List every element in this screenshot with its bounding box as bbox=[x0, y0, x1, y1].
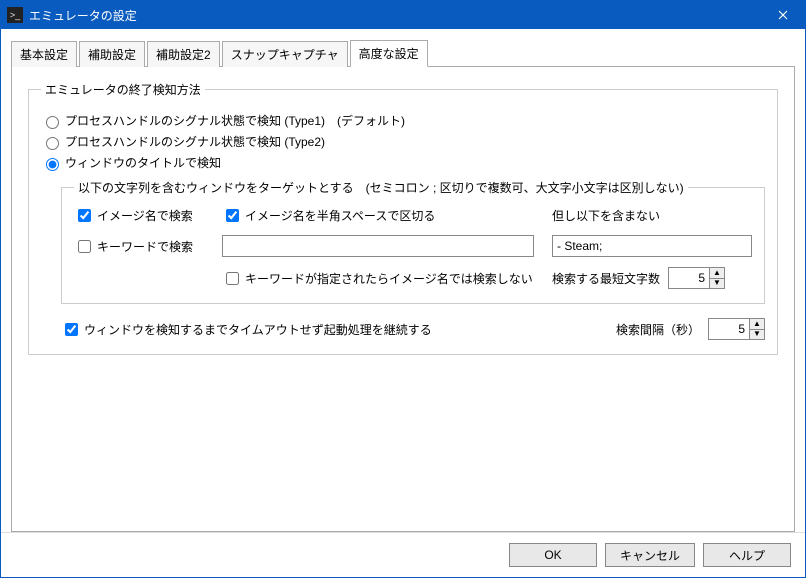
radio-type2-label: プロセスハンドルのシグナル状態で検知 (Type2) bbox=[65, 133, 325, 150]
interval-label: 検索間隔（秒） bbox=[616, 321, 700, 338]
close-button[interactable] bbox=[761, 1, 805, 29]
cb-image-space-sep[interactable]: イメージ名を半角スペースで区切る bbox=[222, 206, 534, 225]
tabpage-advanced: エミュレータの終了検知方法 プロセスハンドルのシグナル状態で検知 (Type1)… bbox=[11, 67, 795, 532]
cb-continue-input[interactable] bbox=[65, 323, 78, 336]
interval-down[interactable]: ▼ bbox=[750, 330, 764, 340]
tab-basic[interactable]: 基本設定 bbox=[11, 41, 77, 67]
radio-type2[interactable]: プロセスハンドルのシグナル状態で検知 (Type2) bbox=[41, 133, 765, 150]
content-area: 基本設定 補助設定 補助設定2 スナップキャプチャ 高度な設定 エミュレータの終… bbox=[1, 29, 805, 532]
tab-aux2[interactable]: 補助設定2 bbox=[147, 41, 220, 67]
radio-title-label: ウィンドウのタイトルで検知 bbox=[65, 154, 221, 171]
cb-no-image-if-keyword[interactable]: キーワードが指定されたらイメージ名では検索しない bbox=[222, 269, 534, 288]
tab-advanced[interactable]: 高度な設定 bbox=[350, 40, 428, 67]
radio-type1-label: プロセスハンドルのシグナル状態で検知 (Type1) (デフォルト) bbox=[65, 112, 405, 129]
tab-aux[interactable]: 補助設定 bbox=[79, 41, 145, 67]
cb-continue[interactable]: ウィンドウを検知するまでタイムアウトせず起動処理を継続する bbox=[61, 320, 432, 339]
cb-image-space-sep-input[interactable] bbox=[226, 209, 239, 222]
cb-keyword-label: キーワードで検索 bbox=[97, 238, 193, 255]
minlen-value[interactable] bbox=[669, 268, 709, 288]
interval-up[interactable]: ▲ bbox=[750, 319, 764, 330]
cb-search-by-image-label: イメージ名で検索 bbox=[97, 207, 193, 224]
cb-search-by-image-input[interactable] bbox=[78, 209, 91, 222]
cb-image-space-sep-label: イメージ名を半角スペースで区切る bbox=[245, 207, 435, 224]
cb-search-by-image[interactable]: イメージ名で検索 bbox=[74, 206, 204, 225]
interval-stepper[interactable]: ▲ ▼ bbox=[708, 318, 765, 340]
groupbox-target-legend: 以下の文字列を含むウィンドウをターゲットとする (セミコロン ; 区切りで複数可… bbox=[74, 179, 688, 196]
exclude-input[interactable] bbox=[552, 235, 752, 257]
keyword-input[interactable] bbox=[222, 235, 534, 257]
tab-snap[interactable]: スナップキャプチャ bbox=[222, 41, 348, 67]
cb-continue-label: ウィンドウを検知するまでタイムアウトせず起動処理を継続する bbox=[84, 321, 432, 338]
interval-value[interactable] bbox=[709, 319, 749, 339]
groupbox-detection: エミュレータの終了検知方法 プロセスハンドルのシグナル状態で検知 (Type1)… bbox=[28, 81, 778, 355]
cb-no-image-if-keyword-input[interactable] bbox=[226, 272, 239, 285]
minlen-up[interactable]: ▲ bbox=[710, 268, 724, 279]
cb-keyword-input[interactable] bbox=[78, 240, 91, 253]
groupbox-target: 以下の文字列を含むウィンドウをターゲットとする (セミコロン ; 区切りで複数可… bbox=[61, 179, 765, 304]
dialog-footer: OK キャンセル ヘルプ bbox=[1, 532, 805, 577]
minlen-label: 検索する最短文字数 bbox=[552, 270, 660, 287]
cb-no-image-if-keyword-label: キーワードが指定されたらイメージ名では検索しない bbox=[245, 270, 533, 287]
radio-title[interactable]: ウィンドウのタイトルで検知 bbox=[41, 154, 765, 171]
minlen-stepper[interactable]: ▲ ▼ bbox=[668, 267, 725, 289]
tab-row: 基本設定 補助設定 補助設定2 スナップキャプチャ 高度な設定 bbox=[11, 39, 795, 67]
radio-type2-input[interactable] bbox=[46, 137, 59, 150]
cancel-button[interactable]: キャンセル bbox=[605, 543, 695, 567]
ok-button[interactable]: OK bbox=[509, 543, 597, 567]
app-icon: >_ bbox=[7, 7, 23, 23]
window-title: エミュレータの設定 bbox=[29, 7, 761, 24]
cb-keyword[interactable]: キーワードで検索 bbox=[74, 237, 204, 256]
close-icon bbox=[778, 10, 788, 20]
exclude-label: 但し以下を含まない bbox=[552, 207, 660, 224]
groupbox-legend: エミュレータの終了検知方法 bbox=[41, 81, 205, 98]
radio-type1-input[interactable] bbox=[46, 116, 59, 129]
help-button[interactable]: ヘルプ bbox=[703, 543, 791, 567]
minlen-down[interactable]: ▼ bbox=[710, 279, 724, 289]
settings-window: >_ エミュレータの設定 基本設定 補助設定 補助設定2 スナップキャプチャ 高… bbox=[0, 0, 806, 578]
radio-title-input[interactable] bbox=[46, 158, 59, 171]
titlebar: >_ エミュレータの設定 bbox=[1, 1, 805, 29]
radio-type1[interactable]: プロセスハンドルのシグナル状態で検知 (Type1) (デフォルト) bbox=[41, 112, 765, 129]
